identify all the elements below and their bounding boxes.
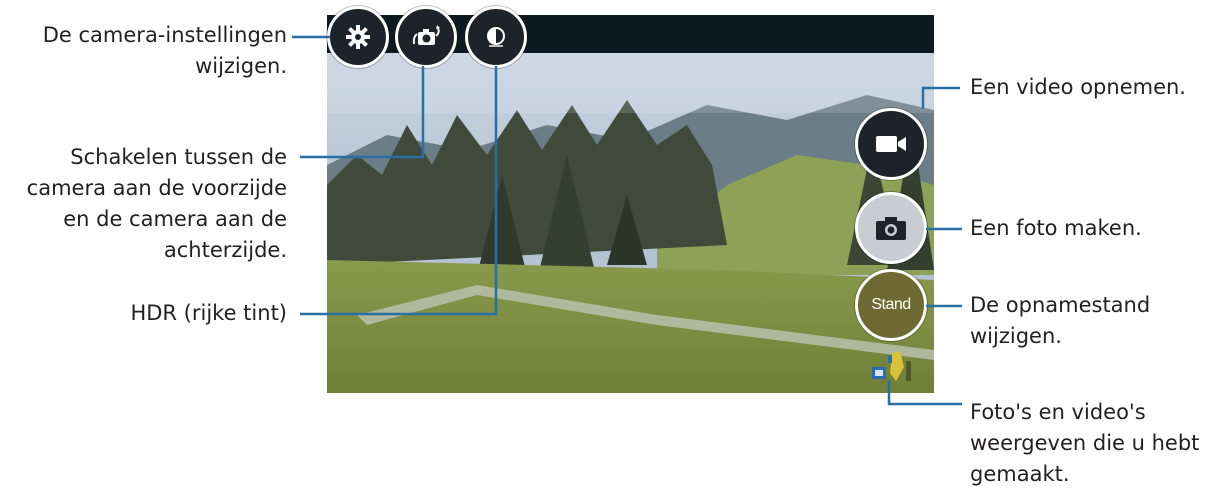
callout-mode: De opnamestand wijzigen. — [970, 293, 1151, 348]
take-photo-button[interactable] — [855, 192, 927, 264]
callout-hdr: HDR (rijke tint) — [130, 301, 287, 325]
callout-switch-camera: Schakelen tussen de camera aan de voorzi… — [26, 145, 287, 262]
video-camera-icon — [876, 136, 906, 152]
gallery-thumbnail-icon — [872, 351, 911, 381]
switch-camera-icon — [412, 25, 440, 45]
camera-icon — [876, 217, 906, 240]
camera-diagram: Stand De camera-instellingen wijzigen. S… — [0, 0, 1232, 494]
settings-button[interactable] — [327, 6, 389, 68]
camera-viewfinder[interactable] — [327, 15, 934, 393]
switch-camera-button[interactable] — [395, 6, 457, 68]
gear-icon — [346, 25, 370, 49]
gallery-thumbnail[interactable] — [866, 347, 914, 383]
hdr-button[interactable] — [465, 6, 527, 68]
callout-gallery: Foto's en video's weergeven die u hebt g… — [970, 400, 1200, 486]
callout-video: Een video opnemen. — [970, 75, 1186, 99]
mode-button-label: Stand — [871, 296, 911, 313]
hdr-icon — [487, 27, 505, 47]
callout-photo: Een foto maken. — [970, 216, 1142, 240]
record-video-button[interactable] — [855, 108, 927, 180]
landscape-preview — [327, 15, 934, 393]
callout-settings: De camera-instellingen wijzigen. — [42, 23, 287, 78]
shooting-mode-button[interactable]: Stand — [855, 269, 927, 341]
